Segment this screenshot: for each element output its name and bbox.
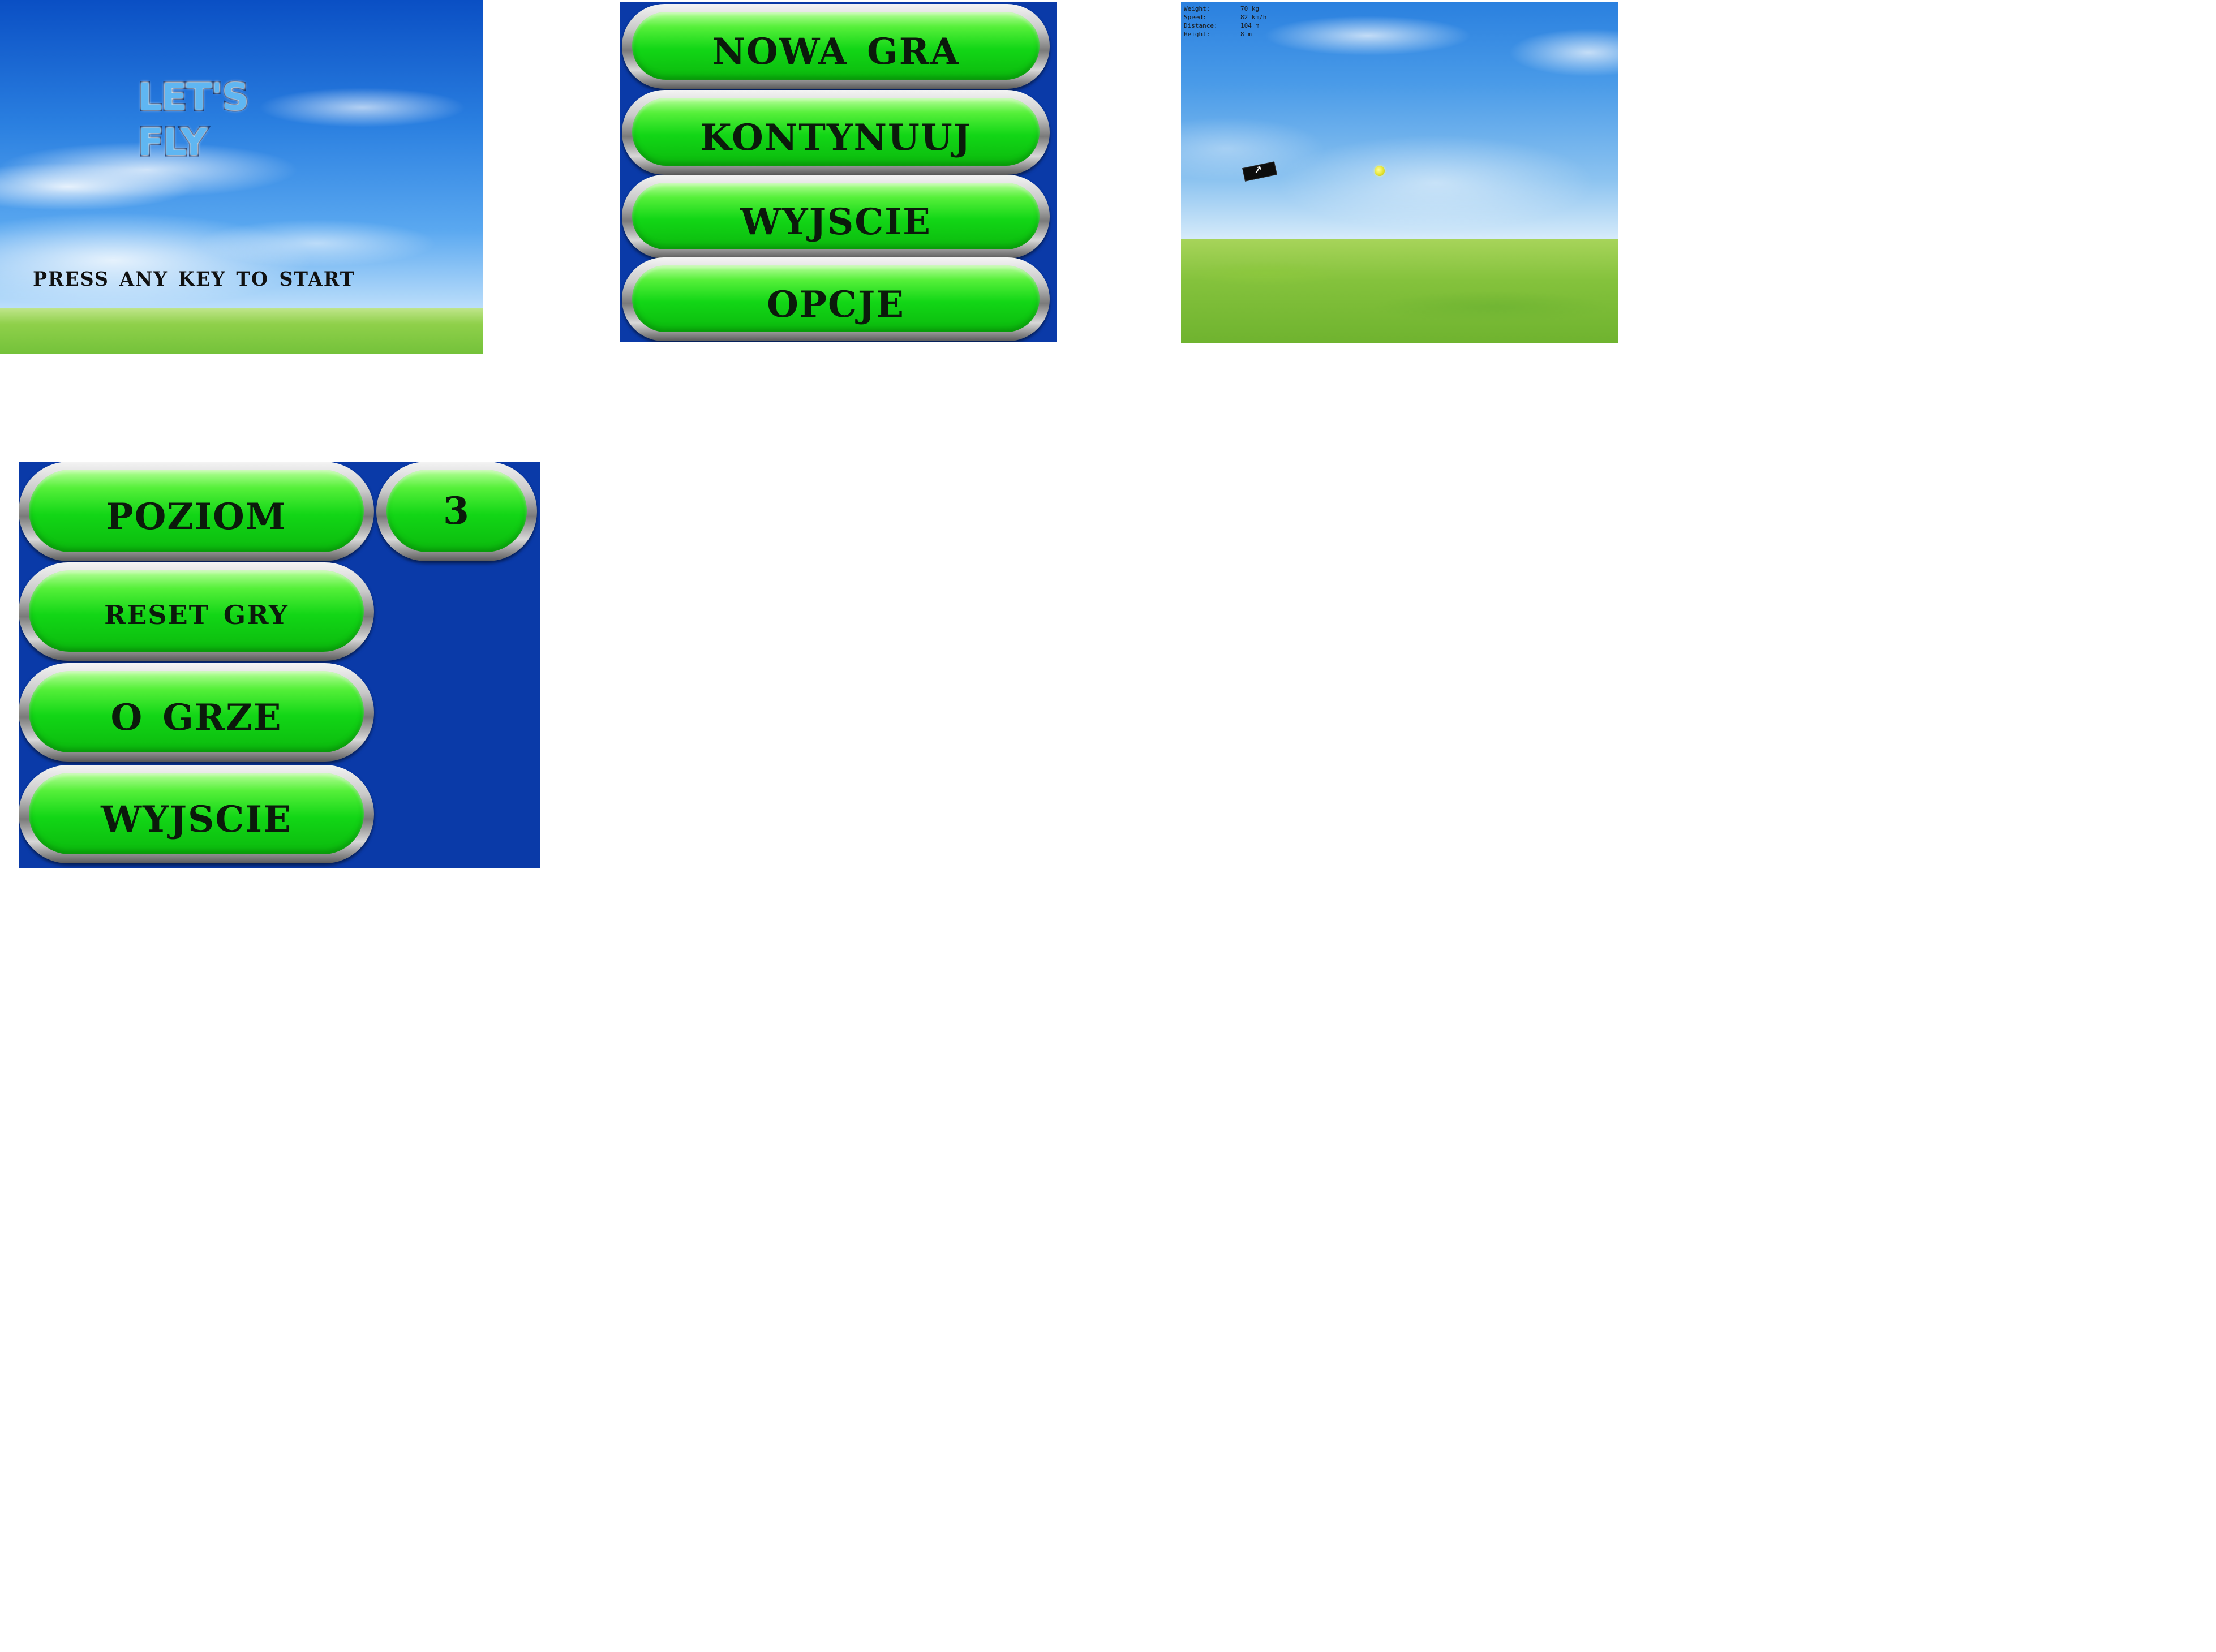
options-menu: POZIOM 3 RESET GRY O GRZE WYJSCIE bbox=[19, 462, 540, 868]
reset-game-label: RESET GRY bbox=[104, 589, 289, 633]
sky-background bbox=[0, 0, 483, 354]
grass-field bbox=[1181, 239, 1618, 343]
title-screen[interactable]: LET'S FLY PRESS ANY KEY TO START bbox=[0, 0, 483, 354]
level-button[interactable]: POZIOM bbox=[19, 462, 374, 561]
exit-button[interactable]: WYJSCIE bbox=[622, 175, 1050, 259]
hud-height: Height: 8 m bbox=[1184, 30, 1266, 38]
hud-stats: Weight: 70 kg Speed: 82 km/h Distance: 1… bbox=[1184, 5, 1266, 38]
reset-game-button[interactable]: RESET GRY bbox=[19, 562, 374, 661]
press-any-key-prompt: PRESS ANY KEY TO START bbox=[33, 259, 355, 292]
continue-button[interactable]: KONTYNUUJ bbox=[622, 90, 1050, 175]
gameplay-screen[interactable]: Weight: 70 kg Speed: 82 km/h Distance: 1… bbox=[1181, 2, 1618, 343]
hud-distance-label: Distance: bbox=[1184, 22, 1218, 29]
options-label: OPCJE bbox=[767, 268, 905, 329]
continue-label: KONTYNUUJ bbox=[700, 101, 972, 162]
arrow-icon: ↗ bbox=[1252, 164, 1264, 177]
hud-height-label: Height: bbox=[1184, 31, 1210, 38]
level-value-button[interactable]: 3 bbox=[376, 462, 537, 561]
main-menu: NOWA GRA KONTYNUUJ WYJSCIE OPCJE bbox=[620, 2, 1057, 342]
exit-label: WYJSCIE bbox=[740, 186, 931, 247]
new-game-button[interactable]: NOWA GRA bbox=[622, 4, 1050, 89]
hud-height-value: 8 m bbox=[1240, 31, 1252, 38]
new-game-label: NOWA GRA bbox=[712, 15, 960, 76]
options-exit-label: WYJSCIE bbox=[101, 783, 292, 844]
about-game-label: O GRZE bbox=[110, 681, 282, 742]
hud-distance-value: 104 m bbox=[1240, 22, 1260, 29]
hud-speed-value: 82 km/h bbox=[1240, 14, 1267, 21]
options-button[interactable]: OPCJE bbox=[622, 257, 1050, 341]
hud-weight: Weight: 70 kg bbox=[1184, 5, 1266, 13]
hud-speed: Speed: 82 km/h bbox=[1184, 13, 1266, 21]
level-label: POZIOM bbox=[106, 480, 287, 541]
hud-speed-label: Speed: bbox=[1184, 14, 1206, 21]
hud-weight-value: 70 kg bbox=[1240, 5, 1260, 12]
level-value: 3 bbox=[443, 489, 470, 533]
hud-distance: Distance: 104 m bbox=[1184, 21, 1266, 30]
game-logo: LET'S FLY bbox=[137, 74, 251, 166]
grass-background bbox=[0, 308, 483, 354]
coin-pickup bbox=[1375, 166, 1385, 176]
hud-weight-label: Weight: bbox=[1184, 5, 1210, 12]
about-game-button[interactable]: O GRZE bbox=[19, 663, 374, 762]
options-exit-button[interactable]: WYJSCIE bbox=[19, 765, 374, 863]
